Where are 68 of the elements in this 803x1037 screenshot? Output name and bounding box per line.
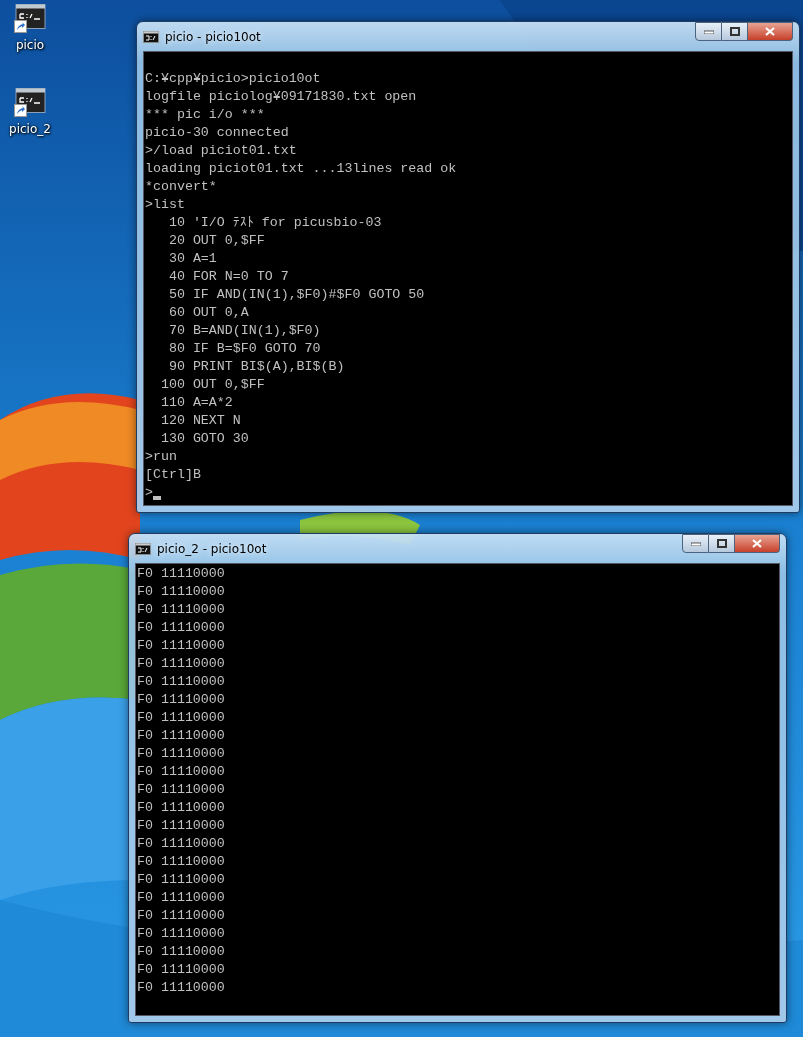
console-line: 50 IF AND(IN(1),$F0)#$F0 GOTO 50: [167, 286, 425, 304]
console-line: F0 11110000: [137, 781, 225, 799]
console-line: 120 NEXT N: [159, 412, 241, 430]
console-line: F0 11110000: [137, 673, 225, 691]
console-shortcut-icon[interactable]: [14, 4, 46, 34]
console-line: 40 FOR N=0 TO 7: [167, 268, 289, 286]
console-line: F0 11110000: [137, 889, 225, 907]
console-line: *** pic i/o ***: [145, 106, 265, 124]
console-icon: [143, 30, 159, 43]
maximize-icon: [716, 539, 727, 548]
minimize-icon: [703, 29, 714, 34]
icon-label[interactable]: picio: [15, 38, 45, 52]
console-line: 10 'I/O ﾃｽﾄ for picusbio-03: [167, 214, 382, 232]
console-line: 70 B=AND(IN(1),$F0): [167, 322, 321, 340]
console-line: F0 11110000: [137, 727, 225, 745]
close-button[interactable]: [735, 534, 780, 553]
close-button[interactable]: [748, 22, 793, 41]
window-title: picio_2 - picio10ot: [157, 541, 268, 556]
console-line: F0 11110000: [137, 637, 225, 655]
console-line: F0 11110000: [137, 853, 225, 871]
minimize-button[interactable]: [695, 22, 722, 41]
maximize-icon: [729, 27, 740, 36]
console-line: 30 A=1: [167, 250, 217, 268]
close-icon: [752, 539, 762, 548]
console-line: loading piciot01.txt ...13lines read ok: [145, 160, 457, 178]
console-line: >/load piciot01.txt: [145, 142, 297, 160]
minimize-icon: [690, 541, 701, 546]
console-line: logfile piciolog¥09171830.txt open: [145, 88, 417, 106]
maximize-button[interactable]: [709, 534, 735, 553]
console-line: 20 OUT 0,$FF: [167, 232, 265, 250]
console-line: F0 11110000: [137, 583, 225, 601]
console-line: 90 PRINT BI$(A),BI$(B): [167, 358, 345, 376]
console-shortcut-icon[interactable]: [14, 88, 46, 118]
console-line: F0 11110000: [137, 835, 225, 853]
console-line: F0 11110000: [137, 907, 225, 925]
console-line: 130 GOTO 30: [159, 430, 249, 448]
console-line: >run: [145, 448, 177, 466]
console-line: F0 11110000: [137, 745, 225, 763]
console-line: 100 OUT 0,$FF: [159, 376, 265, 394]
console-line: F0 11110000: [137, 601, 225, 619]
console-icon: [135, 542, 151, 555]
console-line: F0 11110000: [137, 799, 225, 817]
console-line: >: [145, 484, 153, 502]
icon-label[interactable]: picio_2: [9, 122, 51, 136]
console-line: >list: [145, 196, 185, 214]
console-line: F0 11110000: [137, 871, 225, 889]
console-line: F0 11110000: [137, 619, 225, 637]
console-line: F0 11110000: [137, 709, 225, 727]
console-line: C:¥cpp¥picio>picio10ot: [145, 70, 321, 88]
console-line: *convert*: [145, 178, 217, 196]
window-title: picio - picio10ot: [165, 29, 262, 44]
console-line: F0 11110000: [137, 763, 225, 781]
console-line: F0 11110000: [137, 943, 225, 961]
console-line: F0 11110000: [137, 925, 225, 943]
console-line: 110 A=A*2: [159, 394, 233, 412]
minimize-button[interactable]: [682, 534, 709, 553]
console-line: F0 11110000: [137, 817, 225, 835]
console-line: 80 IF B=$F0 GOTO 70: [167, 340, 321, 358]
console-line: F0 11110000: [137, 979, 225, 997]
console-line: F0 11110000: [137, 961, 225, 979]
maximize-button[interactable]: [722, 22, 748, 41]
console-line: F0 11110000: [137, 655, 225, 673]
console-line: F0 11110000: [137, 691, 225, 709]
console-line: [Ctrl]B: [145, 466, 201, 484]
close-icon: [765, 27, 775, 36]
console-line: F0 11110000: [137, 565, 225, 583]
console-line: picio-30 connected: [145, 124, 289, 142]
console-line: 60 OUT 0,A: [167, 304, 249, 322]
